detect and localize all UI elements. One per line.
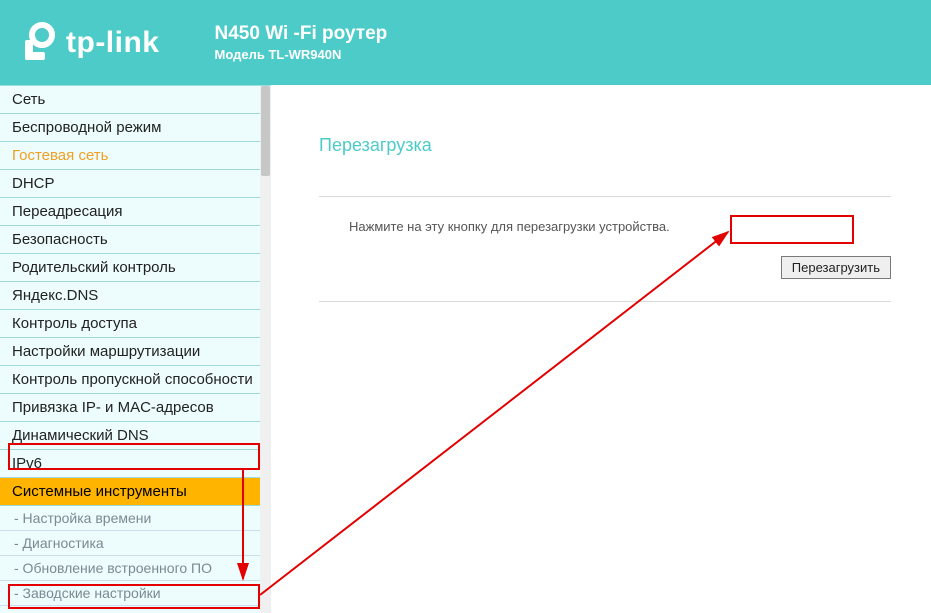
sidebar-item-system-tools[interactable]: Системные инструменты: [0, 478, 260, 506]
reboot-button[interactable]: Перезагрузить: [781, 256, 891, 279]
product-title: N450 Wi -Fi роутер: [215, 23, 388, 45]
brand-logo: tp-link: [18, 22, 160, 64]
brand-name: tp-link: [66, 26, 160, 60]
sidebar-sub-backup-restore[interactable]: - Резервная копия и восстановление: [0, 606, 260, 613]
sidebar-sub-firmware-upgrade[interactable]: - Обновление встроенного ПО: [0, 556, 260, 581]
header-info: N450 Wi -Fi роутер Модель TL-WR940N: [215, 23, 388, 62]
sidebar-sub-time-settings[interactable]: - Настройка времени: [0, 506, 260, 531]
sidebar-item-network[interactable]: Сеть: [0, 86, 260, 114]
instruction-text: Нажмите на эту кнопку для перезагрузки у…: [349, 219, 891, 234]
sidebar-item-forwarding[interactable]: Переадресация: [0, 198, 260, 226]
sidebar-item-yandex-dns[interactable]: Яндекс.DNS: [0, 282, 260, 310]
page-title: Перезагрузка: [319, 135, 891, 156]
scrollbar-thumb[interactable]: [261, 86, 270, 176]
sidebar-item-parental-control[interactable]: Родительский контроль: [0, 254, 260, 282]
sidebar-item-guest-network[interactable]: Гостевая сеть: [0, 142, 260, 170]
product-model: Модель TL-WR940N: [215, 47, 388, 62]
divider-bottom: [319, 301, 891, 302]
header: tp-link N450 Wi -Fi роутер Модель TL-WR9…: [0, 0, 931, 85]
sidebar-container: Сеть Беспроводной режим Гостевая сеть DH…: [0, 85, 271, 613]
divider-top: [319, 196, 891, 197]
sidebar: Сеть Беспроводной режим Гостевая сеть DH…: [0, 86, 260, 613]
button-row: Перезагрузить: [319, 256, 891, 279]
sidebar-item-routing[interactable]: Настройки маршрутизации: [0, 338, 260, 366]
sidebar-item-access-control[interactable]: Контроль доступа: [0, 310, 260, 338]
sidebar-scrollbar[interactable]: [260, 86, 271, 613]
sidebar-item-ipv6[interactable]: IPv6: [0, 450, 260, 478]
sidebar-item-security[interactable]: Безопасность: [0, 226, 260, 254]
sidebar-item-bandwidth-control[interactable]: Контроль пропускной способности: [0, 366, 260, 394]
sidebar-item-ddns[interactable]: Динамический DNS: [0, 422, 260, 450]
sidebar-item-wireless[interactable]: Беспроводной режим: [0, 114, 260, 142]
sidebar-item-ip-mac-binding[interactable]: Привязка IP- и MAC-адресов: [0, 394, 260, 422]
sidebar-item-dhcp[interactable]: DHCP: [0, 170, 260, 198]
tplink-logo-icon: [18, 22, 60, 64]
content-area: Перезагрузка Нажмите на эту кнопку для п…: [271, 85, 931, 613]
sidebar-sub-diagnostics[interactable]: - Диагностика: [0, 531, 260, 556]
sidebar-sub-factory-defaults[interactable]: - Заводские настройки: [0, 581, 260, 606]
